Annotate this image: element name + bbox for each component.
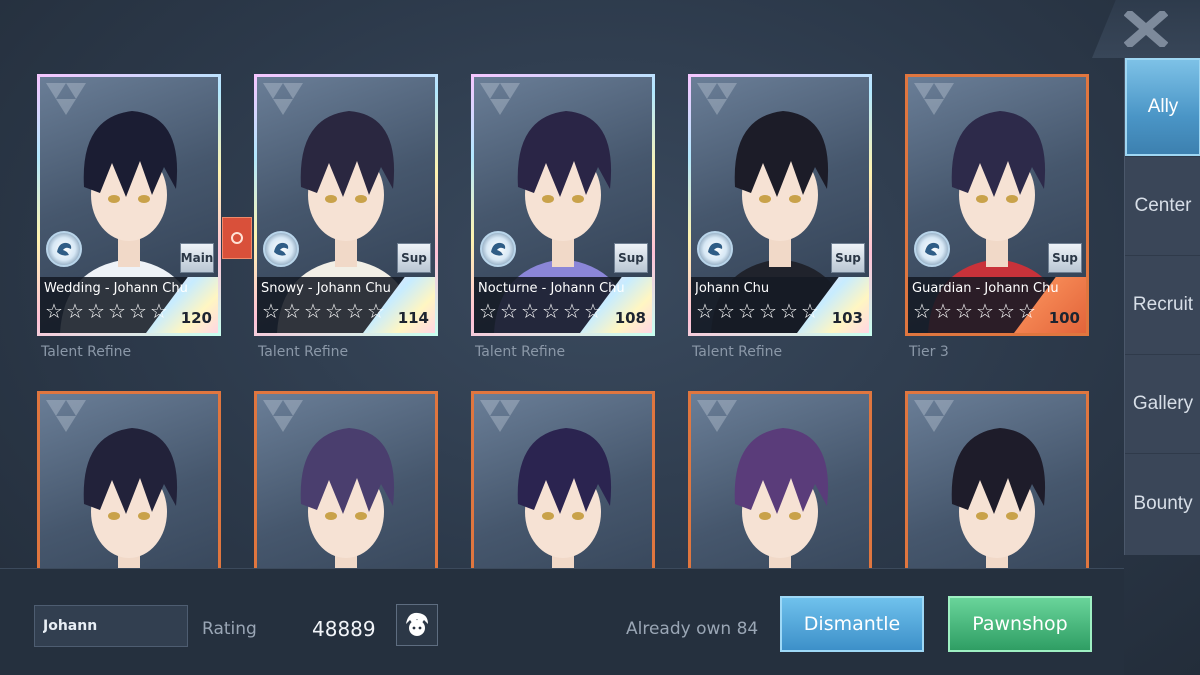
star-icon: ☆: [367, 299, 385, 323]
owned-count: Already own 84: [626, 619, 759, 639]
star-icon: ☆: [500, 299, 518, 323]
star-icon: ☆: [346, 299, 364, 323]
star-icon: ☆: [738, 299, 756, 323]
star-icon: ☆: [955, 299, 973, 323]
element-dragon-icon: [914, 231, 950, 267]
star-icon: ☆: [997, 299, 1015, 323]
close-x-icon: [1124, 11, 1168, 47]
card-info-panel: Johann Chu ☆ ☆ ☆ ☆ ☆ ☆ 103: [691, 277, 869, 333]
ticket-icon: [222, 217, 252, 259]
avatar-icon: [406, 612, 428, 636]
tab-gallery[interactable]: Gallery: [1125, 355, 1200, 454]
star-rating: ☆ ☆ ☆ ☆ ☆ ☆: [44, 301, 169, 321]
element-dragon-icon: [480, 231, 516, 267]
star-icon: ☆: [934, 299, 952, 323]
star-icon: ☆: [283, 299, 301, 323]
star-icon: ☆: [584, 299, 602, 323]
star-icon: ☆: [325, 299, 343, 323]
card-frame: Sup Snowy - Johann Chu ☆ ☆ ☆ ☆ ☆ ☆ 114: [254, 74, 438, 336]
rating-value: 48889: [312, 617, 376, 641]
ally-card[interactable]: Main Wedding - Johann Chu ☆ ☆ ☆ ☆ ☆ ☆ 120: [37, 74, 221, 336]
card-name: Johann Chu: [695, 281, 770, 296]
role-badge: Sup: [1048, 243, 1082, 273]
star-icon: ☆: [913, 299, 931, 323]
star-icon: ☆: [45, 299, 63, 323]
ally-card[interactable]: Sup Snowy - Johann Chu ☆ ☆ ☆ ☆ ☆ ☆ 114: [254, 74, 438, 336]
star-icon: ☆: [780, 299, 798, 323]
star-icon: ☆: [1018, 299, 1036, 323]
card-caption: Talent Refine: [475, 344, 566, 360]
role-badge: Main: [180, 243, 214, 273]
tab-center[interactable]: Center: [1125, 157, 1200, 256]
star-icon: ☆: [262, 299, 280, 323]
card-name: Nocturne - Johann Chu: [478, 281, 625, 296]
card-name: Guardian - Johann Chu: [912, 281, 1059, 296]
star-icon: ☆: [976, 299, 994, 323]
star-icon: ☆: [129, 299, 147, 323]
card-frame: Sup Johann Chu ☆ ☆ ☆ ☆ ☆ ☆ 103: [688, 74, 872, 336]
card-frame: Sup Guardian - Johann Chu ☆ ☆ ☆ ☆ ☆ ☆ 100: [905, 74, 1089, 336]
dismantle-button[interactable]: Dismantle: [780, 596, 924, 652]
role-badge: Sup: [614, 243, 648, 273]
tab-bounty[interactable]: Bounty: [1125, 454, 1200, 553]
ally-card[interactable]: Sup Johann Chu ☆ ☆ ☆ ☆ ☆ ☆ 103: [688, 74, 872, 336]
close-button[interactable]: [1092, 0, 1200, 58]
rating-label: Rating: [202, 619, 257, 639]
star-icon: ☆: [87, 299, 105, 323]
card-level: 100: [1048, 309, 1080, 327]
tab-recruit[interactable]: Recruit: [1125, 256, 1200, 355]
side-nav: Ally Center Recruit Gallery Bounty: [1124, 58, 1200, 555]
card-level: 114: [397, 309, 429, 327]
role-badge: Sup: [831, 243, 865, 273]
card-name: Snowy - Johann Chu: [261, 281, 391, 296]
ally-card[interactable]: Sup Nocturne - Johann Chu ☆ ☆ ☆ ☆ ☆ ☆ 108: [471, 74, 655, 336]
card-info-panel: Guardian - Johann Chu ☆ ☆ ☆ ☆ ☆ ☆ 100: [908, 277, 1086, 333]
role-badge: Sup: [397, 243, 431, 273]
card-level: 103: [831, 309, 863, 327]
star-icon: ☆: [542, 299, 560, 323]
card-caption: Tier 3: [909, 344, 949, 360]
star-icon: ☆: [563, 299, 581, 323]
star-icon: ☆: [108, 299, 126, 323]
star-rating: ☆ ☆ ☆ ☆ ☆ ☆: [478, 301, 603, 321]
card-info-panel: Snowy - Johann Chu ☆ ☆ ☆ ☆ ☆ ☆ 114: [257, 277, 435, 333]
star-icon: ☆: [696, 299, 714, 323]
star-icon: ☆: [521, 299, 539, 323]
element-dragon-icon: [697, 231, 733, 267]
card-info-panel: Nocturne - Johann Chu ☆ ☆ ☆ ☆ ☆ ☆ 108: [474, 277, 652, 333]
card-level: 108: [614, 309, 646, 327]
element-dragon-icon: [263, 231, 299, 267]
star-rating: ☆ ☆ ☆ ☆ ☆ ☆: [912, 301, 1037, 321]
element-dragon-icon: [46, 231, 82, 267]
card-level: 120: [180, 309, 212, 327]
avatar-button[interactable]: [396, 604, 438, 646]
ally-screen: Ally Center Recruit Gallery Bounty Main W…: [0, 0, 1200, 675]
card-caption: Talent Refine: [258, 344, 349, 360]
star-icon: ☆: [304, 299, 322, 323]
card-info-panel: Wedding - Johann Chu ☆ ☆ ☆ ☆ ☆ ☆ 120: [40, 277, 218, 333]
star-rating: ☆ ☆ ☆ ☆ ☆ ☆: [261, 301, 386, 321]
tab-ally[interactable]: Ally: [1125, 58, 1200, 157]
star-icon: ☆: [150, 299, 168, 323]
search-input[interactable]: [34, 605, 188, 647]
card-caption: Talent Refine: [692, 344, 783, 360]
star-icon: ☆: [479, 299, 497, 323]
ally-card[interactable]: Sup Guardian - Johann Chu ☆ ☆ ☆ ☆ ☆ ☆ 100: [905, 74, 1089, 336]
bottom-bar: Rating 48889 Already own 84 Dismantle Pa…: [0, 568, 1124, 675]
card-frame: Sup Nocturne - Johann Chu ☆ ☆ ☆ ☆ ☆ ☆ 108: [471, 74, 655, 336]
card-name: Wedding - Johann Chu: [44, 281, 188, 296]
card-frame: Main Wedding - Johann Chu ☆ ☆ ☆ ☆ ☆ ☆ 120: [37, 74, 221, 336]
card-caption: Talent Refine: [41, 344, 132, 360]
pawnshop-button[interactable]: Pawnshop: [948, 596, 1092, 652]
star-icon: ☆: [759, 299, 777, 323]
star-icon: ☆: [801, 299, 819, 323]
star-icon: ☆: [66, 299, 84, 323]
star-rating: ☆ ☆ ☆ ☆ ☆ ☆: [695, 301, 820, 321]
star-icon: ☆: [717, 299, 735, 323]
